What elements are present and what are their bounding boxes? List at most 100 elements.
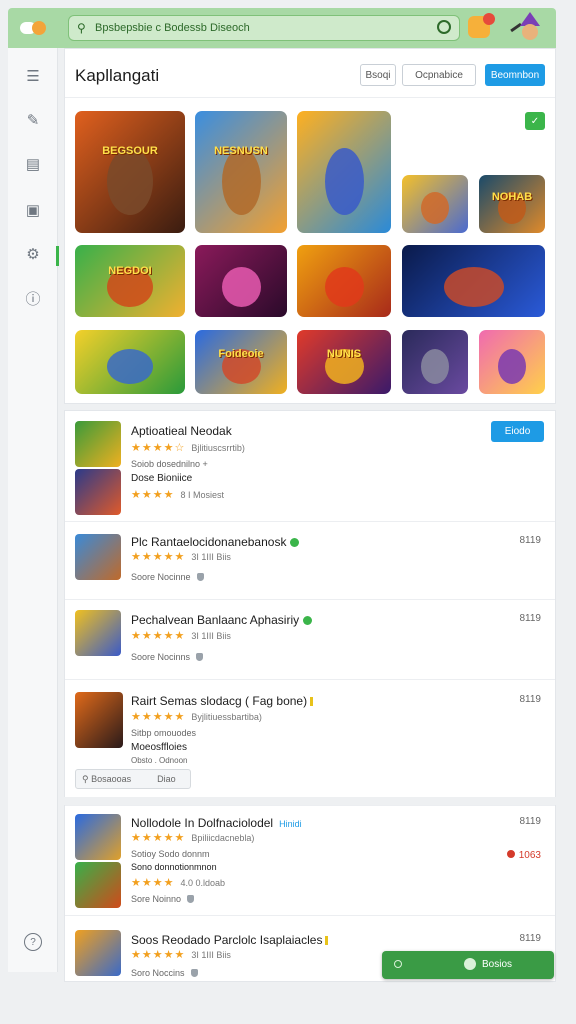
list-item[interactable]: Pechalvean Banlaanc Aphasiriy ★★★★★ 3I 1I… <box>65 599 555 679</box>
rating-stars: ★★★★★ Byjlitiuessbartiba) <box>131 711 262 723</box>
tile-character <box>222 267 261 307</box>
tile-character <box>421 349 449 384</box>
game-list: Aptioatieal Neodak ★★★★☆ Bjlitiuscsrrtib)… <box>64 410 556 982</box>
action-label[interactable]: Bosios <box>482 959 512 970</box>
game-category: Sono donnotionmnon <box>131 862 217 872</box>
game-title[interactable]: Plc Rantaelocidonanebanosk <box>131 535 300 549</box>
game-thumbnail <box>75 862 121 908</box>
game-tile[interactable]: NESNUSN <box>195 111 287 233</box>
app-logo[interactable] <box>18 18 52 38</box>
rating-stars: ★★★★☆ Bjlitiuscsrrtib) <box>131 442 245 454</box>
flag-icon <box>325 936 329 945</box>
game-tile[interactable] <box>402 175 468 233</box>
game-title[interactable]: Soos Reodado Parclolc Isaplaiacles <box>131 933 329 947</box>
search-icon: ⚲ <box>82 773 92 784</box>
tile-label: Foideoie <box>218 348 264 360</box>
game-meta: Sotioy Sodo donnm <box>131 849 210 859</box>
game-meta: Soore Nocinns <box>131 652 204 662</box>
tile-character <box>222 148 261 215</box>
game-tile[interactable]: NUNIS <box>297 330 391 394</box>
game-tile[interactable] <box>297 111 391 233</box>
circle-icon[interactable] <box>394 960 402 968</box>
game-thumbnail <box>75 610 121 656</box>
search-icon: ⚲ <box>77 21 86 35</box>
sidebar: ☰ ✎ ▤ ▣ ⚙ ⓘ <box>8 48 59 972</box>
game-tile[interactable] <box>75 330 185 394</box>
sale-badge: 1063 <box>506 850 541 861</box>
game-tile[interactable] <box>402 330 468 394</box>
help-icon[interactable]: ? <box>24 933 42 951</box>
avatar[interactable] <box>508 12 546 44</box>
shield-icon <box>190 969 198 977</box>
list-icon[interactable]: ☰ <box>21 64 45 88</box>
info-icon[interactable]: ⓘ <box>21 286 45 310</box>
tile-character <box>325 267 364 307</box>
game-thumbnail <box>75 692 123 748</box>
game-meta: Soore Nocinne <box>131 572 204 582</box>
list-item[interactable]: Nollodole In Dolfnaciolodel Hinidi ★★★★★ B… <box>65 805 555 915</box>
list-item[interactable]: Aptioatieal Neodak ★★★★☆ Bjlitiuscsrrtib)… <box>65 411 555 521</box>
options-button[interactable]: Ocpnabice <box>402 64 476 86</box>
game-thumbnail <box>75 930 121 976</box>
game-title[interactable]: Aptioatieal Neodak <box>131 424 232 438</box>
game-thumbnail <box>75 469 121 515</box>
smile-icon <box>464 958 476 970</box>
tile-label: NEGDOI <box>108 265 152 277</box>
tile-character <box>421 192 449 224</box>
game-price: 8119 <box>519 694 541 705</box>
puzzle-icon[interactable]: ⚙ <box>21 242 45 266</box>
tile-label: NUNIS <box>326 348 362 360</box>
page-title: Kapllangati <box>75 66 160 85</box>
tile-character <box>107 349 153 384</box>
featured-panel: Kapllangati Bsoqi Ocpnabice Beomnbon ✓ B… <box>64 48 556 404</box>
game-title[interactable]: Nollodole In Dolfnaciolodel Hinidi <box>131 816 302 830</box>
game-meta: Soiob dosednilno + <box>131 459 208 469</box>
game-tile[interactable] <box>297 245 391 317</box>
list-item[interactable]: Plc Rantaelocidonanebanosk ★★★★★ 3I 1III … <box>65 521 555 599</box>
tile-label: NOHAB <box>491 191 533 203</box>
tile-character <box>444 267 504 307</box>
calendar-icon[interactable]: ▤ <box>21 152 45 176</box>
game-category: Dose Bioniice <box>131 473 193 484</box>
game-meta: Sore Noinno <box>131 894 195 904</box>
tile-label: BEGSOUR <box>102 145 158 157</box>
rating-stars: ★★★★★ 3I 1III Biis <box>131 949 231 961</box>
floating-action-bar[interactable]: Bosios <box>382 951 554 979</box>
game-price: 8119 <box>519 535 541 546</box>
status-chip[interactable]: ✓ <box>525 112 545 130</box>
game-tile[interactable]: BEGSOUR <box>75 111 185 233</box>
row-search-field[interactable]: ⚲ Bosaooas Diao <box>75 769 191 789</box>
rating-stars: ★★★★★ 3I 1III Biis <box>131 551 231 563</box>
game-tile[interactable]: NOHAB <box>479 175 545 233</box>
tile-character <box>325 148 364 215</box>
rating-stars: ★★★★ 8 I Mosiest <box>131 489 224 501</box>
notification-icon[interactable] <box>468 13 495 38</box>
image-icon[interactable]: ▣ <box>21 198 45 222</box>
game-price: 8119 <box>519 933 541 944</box>
shield-icon <box>196 653 204 661</box>
top-bar: ⚲ Bpsbepsbie c Bodessb Diseoch <box>8 8 556 48</box>
game-tile[interactable]: NEGDOI <box>75 245 185 317</box>
chat-icon[interactable]: ✎ <box>21 108 45 132</box>
game-tile[interactable] <box>402 245 545 317</box>
rating-stars: ★★★★★ Bpiliicdacnebla) <box>131 832 255 844</box>
filter-button[interactable]: Bsoqi <box>360 64 396 86</box>
game-category: Moeosffloies <box>131 742 187 753</box>
game-meta: Sitbp omouodes <box>131 728 197 738</box>
game-title[interactable]: Pechalvean Banlaanc Aphasiriy <box>131 613 313 627</box>
game-tile[interactable] <box>479 330 545 394</box>
shield-icon <box>187 895 195 903</box>
search-input[interactable]: ⚲ Bpsbepsbie c Bodessb Diseoch <box>68 15 460 41</box>
game-tile[interactable]: Foideoie <box>195 330 287 394</box>
tile-character <box>107 148 153 215</box>
flag-icon <box>310 697 314 706</box>
search-placeholder: Bpsbepsbie c Bodessb Diseoch <box>95 22 250 34</box>
list-item[interactable]: Rairt Semas slodacg ( Fag bone) ★★★★★ Byj… <box>65 679 555 797</box>
verified-icon <box>303 616 313 625</box>
game-thumbnail <box>75 814 121 860</box>
install-button[interactable]: Eiodo <box>491 421 544 442</box>
game-title[interactable]: Rairt Semas slodacg ( Fag bone) <box>131 694 314 708</box>
primary-button[interactable]: Beomnbon <box>485 64 545 86</box>
camera-icon[interactable] <box>437 20 451 34</box>
game-tile[interactable] <box>195 245 287 317</box>
